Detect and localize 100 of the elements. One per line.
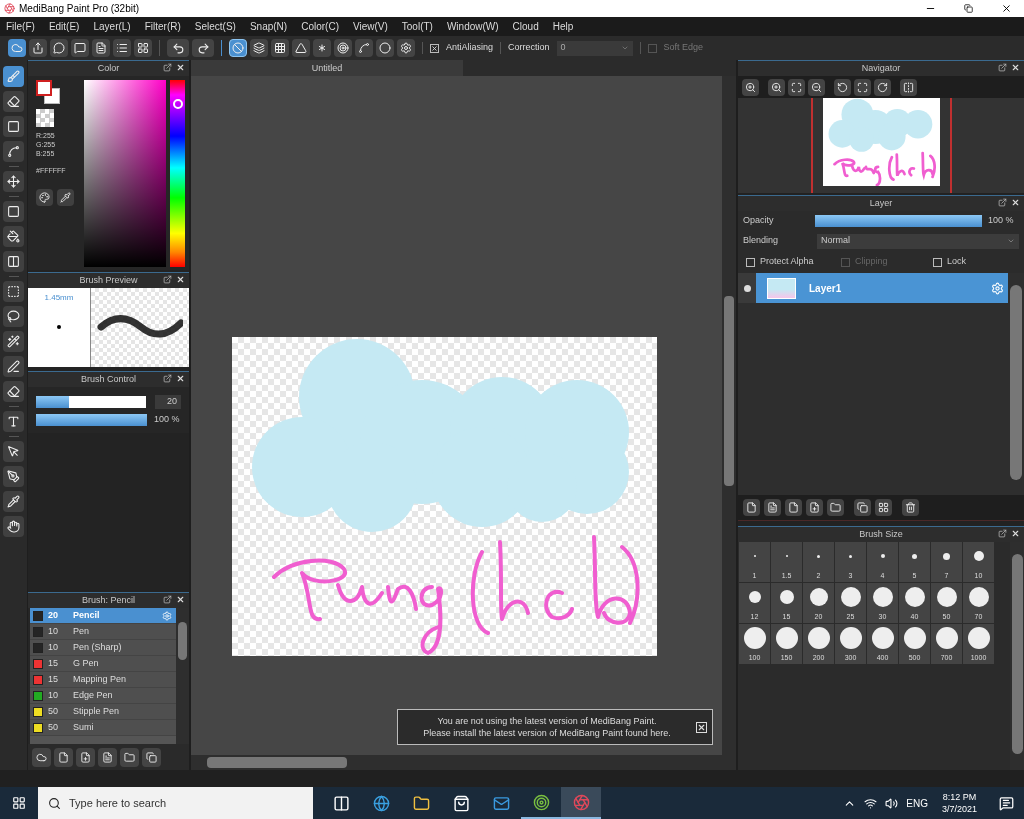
menu-item[interactable]: Edit(E) <box>48 19 80 34</box>
undock-icon[interactable] <box>163 374 172 383</box>
pen-icon[interactable] <box>3 356 24 377</box>
list-icon[interactable] <box>113 39 131 57</box>
cloud-icon[interactable] <box>8 39 26 57</box>
clock[interactable]: 8:12 PM 3/7/2021 <box>941 791 977 815</box>
eraser-icon[interactable] <box>3 381 24 402</box>
zoom-out-icon[interactable] <box>808 78 825 96</box>
transparent-swatch[interactable] <box>36 109 54 127</box>
close-icon[interactable] <box>1011 63 1020 72</box>
add-file-icon[interactable] <box>76 747 95 767</box>
fit-icon[interactable] <box>788 78 805 96</box>
redo-button[interactable] <box>192 39 214 57</box>
menu-item[interactable]: Color(C) <box>301 19 339 34</box>
checkbox[interactable] <box>933 257 942 267</box>
palette-button[interactable] <box>36 188 53 206</box>
scrollbar[interactable] <box>176 608 189 744</box>
pen-nib-icon[interactable] <box>3 466 24 487</box>
brush-icon[interactable] <box>3 66 24 87</box>
close-icon[interactable] <box>176 63 185 72</box>
undock-icon[interactable] <box>998 63 1007 72</box>
brush-list-item[interactable]: 10 Pen (Sharp) <box>30 640 176 656</box>
hand-icon[interactable] <box>3 516 24 537</box>
paint-app-icon[interactable] <box>561 787 601 819</box>
trash-icon[interactable] <box>902 499 919 516</box>
update-notification[interactable]: You are not using the latest version of MediBang Paint. Please install the latest version of MediBang Paint found here. <box>397 709 713 745</box>
document-icon[interactable] <box>92 39 110 57</box>
close-icon[interactable] <box>1011 198 1020 207</box>
document-icon[interactable] <box>98 747 117 767</box>
lasso-icon[interactable] <box>3 306 24 327</box>
menu-item[interactable]: Filter(R) <box>144 19 181 34</box>
menu-item[interactable]: Help <box>552 19 574 34</box>
checkbox[interactable] <box>746 257 755 267</box>
no-snap-icon[interactable] <box>229 39 247 57</box>
pipette-icon[interactable] <box>3 491 24 512</box>
brush-list-item[interactable]: 10 Pen <box>30 624 176 640</box>
close-icon[interactable] <box>1011 529 1020 538</box>
new-file-icon[interactable] <box>54 747 73 767</box>
document-tab[interactable]: Untitled <box>191 60 463 76</box>
brush-list-item[interactable]: 50 Sumi <box>30 720 176 736</box>
undock-icon[interactable] <box>163 275 172 284</box>
close-icon[interactable] <box>176 275 185 284</box>
menu-item[interactable]: Snap(N) <box>249 19 288 34</box>
brush-size-input[interactable]: 20 <box>155 395 181 409</box>
menu-item[interactable]: Tool(T) <box>401 19 433 34</box>
grid-icon[interactable] <box>271 39 289 57</box>
bucket-icon[interactable] <box>3 226 24 247</box>
correction-dropdown[interactable]: 0 <box>556 40 633 56</box>
notification-icon[interactable] <box>999 795 1014 811</box>
menu-item[interactable]: Select(S) <box>194 19 236 34</box>
search-field[interactable]: Type here to search <box>38 787 313 819</box>
blending-dropdown[interactable]: Normal <box>817 233 1019 249</box>
color-field[interactable] <box>84 80 166 267</box>
eraser-icon[interactable] <box>3 91 24 112</box>
menu-item[interactable]: File(F) <box>6 19 35 34</box>
language-indicator[interactable]: ENG <box>906 795 928 811</box>
folder-icon[interactable] <box>827 499 844 516</box>
palette-settings-button[interactable] <box>57 188 74 206</box>
speech-bubble-icon[interactable] <box>50 39 68 57</box>
folder-icon[interactable] <box>120 747 139 767</box>
text-icon[interactable] <box>3 411 24 432</box>
undo-button[interactable] <box>167 39 189 57</box>
close-icon[interactable] <box>696 721 707 733</box>
cloud-download-icon[interactable] <box>32 747 51 767</box>
wand-icon[interactable] <box>3 331 24 352</box>
opacity-slider[interactable] <box>36 413 147 426</box>
close-icon[interactable] <box>1001 3 1012 14</box>
close-icon[interactable] <box>176 374 185 383</box>
menu-item[interactable]: Window(W) <box>446 19 499 34</box>
color-swatches-drawing[interactable] <box>36 80 61 105</box>
navigator-viewport[interactable] <box>810 98 952 193</box>
new-layer-icon[interactable] <box>743 499 760 516</box>
brush-list-item[interactable]: 15 G Pen <box>30 656 176 672</box>
pointer-icon[interactable] <box>3 441 24 462</box>
rotate-right-icon[interactable] <box>874 78 891 96</box>
undock-icon[interactable] <box>163 595 172 604</box>
hue-slider[interactable] <box>169 80 185 267</box>
brush-size-slider[interactable] <box>36 396 147 408</box>
curve-icon[interactable] <box>355 39 373 57</box>
menu-item[interactable]: Layer(L) <box>93 19 131 34</box>
hue-handle[interactable] <box>172 99 183 110</box>
volume-icon[interactable] <box>885 796 899 810</box>
menu-item[interactable]: Cloud <box>512 19 539 34</box>
grid-icon[interactable] <box>134 39 152 57</box>
fit-screen-icon[interactable] <box>854 78 871 96</box>
visibility-toggle[interactable] <box>738 273 756 303</box>
close-icon[interactable] <box>176 595 185 604</box>
gear-icon[interactable] <box>397 39 415 57</box>
undock-icon[interactable] <box>998 529 1007 538</box>
brush-list-item[interactable]: 50 Stipple Pen <box>30 704 176 720</box>
add-layer-icon[interactable] <box>806 499 823 516</box>
layer-opacity-slider[interactable] <box>815 215 982 227</box>
rotate-left-icon[interactable] <box>834 78 851 96</box>
concentric-icon[interactable] <box>334 39 352 57</box>
restore-icon[interactable] <box>964 4 973 13</box>
zoom-in-icon[interactable] <box>768 78 785 96</box>
brush-list-item[interactable]: 10 Edge Pen <box>30 688 176 704</box>
canvas-image[interactable] <box>232 337 657 656</box>
undock-icon[interactable] <box>998 198 1007 207</box>
move-icon[interactable] <box>3 171 24 192</box>
